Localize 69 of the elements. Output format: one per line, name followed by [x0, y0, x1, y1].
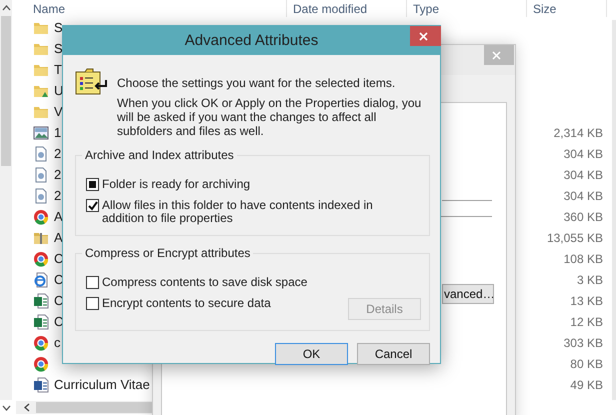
file-size: 303 KB — [564, 336, 603, 350]
intro-text: Choose the settings you want for the selected items. — [117, 76, 396, 90]
scroll-down-icon — [2, 404, 11, 410]
scroll-up-icon — [2, 5, 10, 11]
column-header[interactable]: Date modified — [287, 0, 407, 17]
checkbox-label: Allow files in this folder to have contents indexed in addition to file properties — [102, 199, 374, 225]
file-size: 13 KB — [570, 294, 603, 308]
file-name[interactable]: S — [54, 41, 63, 56]
file-size: 304 KB — [564, 188, 603, 202]
document-icon — [33, 188, 49, 204]
file-size: 304 KB — [564, 168, 603, 182]
checkbox-label: Folder is ready for archiving — [102, 178, 250, 191]
image-icon — [33, 124, 49, 140]
browser-icon — [33, 208, 49, 224]
browser-icon — [33, 334, 49, 350]
spreadsheet-icon — [33, 314, 49, 330]
file-name[interactable]: c — [54, 335, 60, 350]
close-icon — [418, 32, 428, 40]
close-icon — [492, 50, 501, 60]
file-size: 13,055 KB — [546, 230, 603, 244]
file-name[interactable]: C — [54, 272, 64, 287]
file-size: 108 KB — [564, 252, 603, 266]
browser-icon — [33, 250, 49, 266]
ok-button[interactable]: OK — [275, 343, 348, 365]
note-text: When you click OK or Apply on the Properties dialog, you will be asked if you want the changes to affect all subfolders and files as well. — [117, 96, 422, 138]
file-name[interactable]: T — [54, 62, 62, 77]
browser-icon — [33, 356, 49, 372]
spreadsheet-icon — [33, 292, 49, 308]
file-size: 360 KB — [564, 210, 603, 224]
file-name[interactable]: A — [54, 230, 63, 245]
advanced-button[interactable]: vanced… — [442, 284, 494, 304]
file-size: 80 KB — [570, 356, 603, 370]
checkbox-label: Compress contents to save disk space — [102, 276, 308, 289]
checkbox[interactable] — [86, 276, 99, 289]
checkbox[interactable] — [86, 199, 99, 212]
column-header[interactable]: Name — [12, 0, 287, 17]
file-name[interactable]: 2 — [54, 146, 62, 161]
column-header[interactable]: Type — [407, 0, 527, 17]
file-name[interactable]: A — [54, 209, 63, 224]
document-icon — [33, 146, 49, 162]
file-name[interactable]: V — [54, 104, 63, 119]
file-name[interactable]: C — [54, 293, 64, 308]
column-header[interactable]: Size — [527, 0, 607, 17]
file-name[interactable]: 2 — [54, 167, 62, 182]
file-name[interactable]: 2 — [54, 188, 62, 203]
file-name[interactable]: C — [54, 251, 64, 266]
file-name[interactable]: Curriculum Vitae — [54, 377, 150, 392]
group-title: Compress or Encrypt attributes — [82, 246, 254, 260]
checkbox[interactable] — [86, 178, 99, 191]
word-document-icon — [33, 376, 49, 392]
checkbox-label: Encrypt contents to secure data — [102, 297, 271, 310]
file-size: 2,314 KB — [554, 126, 603, 140]
cancel-button[interactable]: Cancel — [357, 343, 430, 365]
document-icon — [33, 166, 49, 182]
file-size: 12 KB — [570, 314, 603, 328]
file-name[interactable]: 1 — [54, 125, 62, 140]
file-name[interactable]: C — [54, 314, 64, 329]
file-size: 49 KB — [570, 378, 603, 392]
checkbox[interactable] — [86, 297, 99, 310]
group-title: Archive and Index attributes — [82, 148, 237, 162]
scroll-bar[interactable] — [0, 0, 12, 400]
window-title: Advanced Attributes — [184, 32, 318, 49]
file-size: 304 KB — [564, 146, 603, 160]
file-name[interactable]: S — [54, 20, 63, 35]
file-size: 3 KB — [576, 272, 603, 286]
web-page-icon — [33, 272, 49, 288]
close-button[interactable] — [410, 26, 441, 46]
check-icon — [87, 200, 98, 211]
scroll-left-icon — [24, 403, 30, 412]
